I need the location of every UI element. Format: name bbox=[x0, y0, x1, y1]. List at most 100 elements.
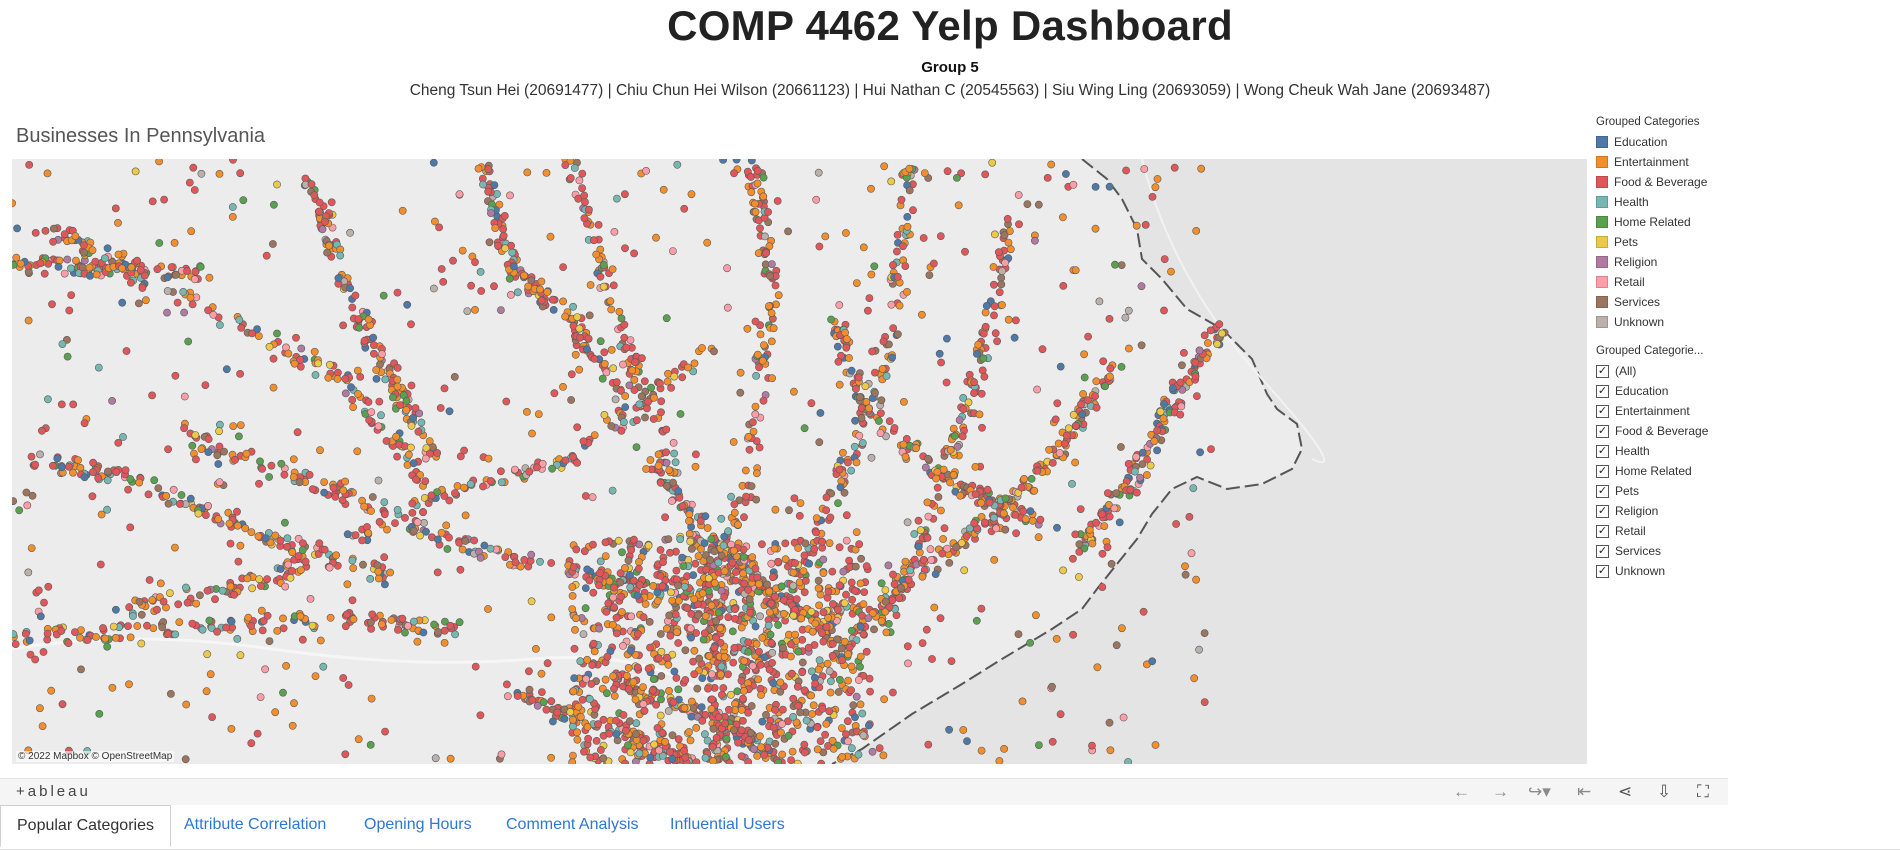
business-point bbox=[615, 307, 624, 316]
filter-item[interactable]: ✓ (All) bbox=[1596, 361, 1708, 381]
map-canvas[interactable] bbox=[12, 159, 1587, 764]
business-point bbox=[639, 613, 648, 622]
business-point bbox=[580, 547, 589, 556]
filter-checkbox[interactable]: ✓ bbox=[1596, 524, 1609, 538]
tab-popular-categories[interactable]: Popular Categories bbox=[0, 805, 171, 847]
business-point bbox=[527, 597, 536, 606]
tab-opening-hours[interactable]: Opening Hours bbox=[348, 805, 488, 845]
business-point bbox=[1105, 718, 1114, 727]
business-point bbox=[269, 383, 278, 392]
legend-item[interactable]: Health bbox=[1596, 192, 1707, 212]
tab-comment-analysis[interactable]: Comment Analysis bbox=[490, 805, 655, 845]
business-map[interactable]: © 2022 Mapbox © OpenStreetMap bbox=[12, 159, 1587, 764]
tab-attribute-correlation[interactable]: Attribute Correlation bbox=[168, 805, 342, 845]
legend-item[interactable]: Religion bbox=[1596, 252, 1707, 272]
filter-checkbox[interactable]: ✓ bbox=[1596, 364, 1609, 378]
revert-icon[interactable]: ↪▾ bbox=[1528, 782, 1551, 802]
filter-item[interactable]: ✓ Services bbox=[1596, 541, 1708, 561]
share-icon[interactable]: ⋖ bbox=[1618, 782, 1632, 802]
filter-item[interactable]: ✓ Religion bbox=[1596, 501, 1708, 521]
business-point bbox=[171, 630, 180, 639]
business-point bbox=[573, 423, 582, 432]
download-icon[interactable]: ⇩ bbox=[1657, 782, 1671, 802]
business-point bbox=[767, 559, 776, 568]
business-point bbox=[1170, 163, 1179, 172]
undo-icon[interactable]: ← bbox=[1453, 782, 1470, 802]
filter-checkbox[interactable]: ✓ bbox=[1596, 544, 1609, 558]
business-point bbox=[980, 372, 989, 381]
business-point bbox=[1200, 629, 1209, 637]
business-point bbox=[1200, 698, 1209, 706]
filter-checkbox[interactable]: ✓ bbox=[1596, 464, 1609, 478]
business-point bbox=[1207, 445, 1215, 453]
business-point bbox=[1043, 173, 1052, 182]
filter-checkbox[interactable]: ✓ bbox=[1596, 404, 1609, 418]
filter-checkbox[interactable]: ✓ bbox=[1596, 444, 1609, 458]
business-point bbox=[943, 167, 952, 176]
legend-item[interactable]: Services bbox=[1596, 292, 1707, 312]
filter-checkbox[interactable]: ✓ bbox=[1596, 424, 1609, 438]
filter-item[interactable]: ✓ Home Related bbox=[1596, 461, 1708, 481]
tab-influential-users[interactable]: Influential Users bbox=[654, 805, 801, 845]
filter-item[interactable]: ✓ Unknown bbox=[1596, 561, 1708, 581]
business-point bbox=[847, 662, 856, 671]
business-point bbox=[706, 555, 714, 564]
business-point bbox=[755, 363, 763, 372]
legend-item[interactable]: Education bbox=[1596, 132, 1707, 152]
business-point bbox=[1048, 458, 1057, 467]
filter-checkbox[interactable]: ✓ bbox=[1596, 384, 1609, 398]
business-point bbox=[296, 566, 305, 574]
reset-icon[interactable]: ⇤ bbox=[1577, 782, 1591, 802]
legend-item[interactable]: Home Related bbox=[1596, 212, 1707, 232]
fullscreen-icon[interactable]: ⛶ bbox=[1697, 782, 1709, 802]
business-point bbox=[164, 445, 172, 454]
business-point bbox=[12, 630, 18, 639]
business-point bbox=[339, 321, 347, 330]
legend-item[interactable]: Entertainment bbox=[1596, 152, 1707, 172]
filter-item[interactable]: ✓ Education bbox=[1596, 381, 1708, 401]
map-attribution[interactable]: © 2022 Mapbox © OpenStreetMap bbox=[16, 751, 175, 762]
business-point bbox=[879, 751, 888, 760]
business-point bbox=[104, 467, 112, 476]
tableau-logo[interactable]: +ableau bbox=[16, 783, 91, 800]
business-point bbox=[187, 227, 196, 236]
filter-checkbox[interactable]: ✓ bbox=[1596, 564, 1609, 578]
filter-item[interactable]: ✓ Food & Beverage bbox=[1596, 421, 1708, 441]
business-point bbox=[429, 284, 438, 293]
business-point bbox=[626, 571, 634, 579]
business-point bbox=[1018, 697, 1027, 706]
business-point bbox=[165, 589, 174, 597]
business-point bbox=[901, 557, 910, 566]
business-point bbox=[930, 259, 938, 268]
business-point bbox=[768, 374, 776, 383]
legend-item[interactable]: Retail bbox=[1596, 272, 1707, 292]
filter-checkbox[interactable]: ✓ bbox=[1596, 484, 1609, 498]
business-point bbox=[617, 314, 626, 323]
business-point bbox=[1148, 193, 1157, 201]
legend-item[interactable]: Food & Beverage bbox=[1596, 172, 1707, 192]
business-point bbox=[978, 423, 986, 432]
business-point bbox=[582, 675, 590, 683]
filter-item[interactable]: ✓ Health bbox=[1596, 441, 1708, 461]
business-point bbox=[280, 470, 289, 479]
business-point bbox=[769, 573, 777, 582]
business-point bbox=[670, 667, 679, 676]
legend-item[interactable]: Pets bbox=[1596, 232, 1707, 252]
business-point bbox=[233, 507, 241, 516]
business-point bbox=[181, 755, 190, 764]
business-point bbox=[561, 456, 570, 465]
filter-item[interactable]: ✓ Retail bbox=[1596, 521, 1708, 541]
business-point bbox=[427, 491, 436, 500]
business-point bbox=[752, 371, 760, 380]
filter-item[interactable]: ✓ Pets bbox=[1596, 481, 1708, 501]
business-point bbox=[181, 583, 190, 592]
business-point bbox=[674, 685, 683, 694]
filter-checkbox[interactable]: ✓ bbox=[1596, 504, 1609, 518]
business-point bbox=[725, 759, 734, 764]
redo-icon[interactable]: → bbox=[1492, 782, 1509, 802]
filter-item[interactable]: ✓ Entertainment bbox=[1596, 401, 1708, 421]
business-point bbox=[818, 537, 827, 546]
business-point bbox=[736, 388, 745, 397]
business-point bbox=[975, 410, 984, 419]
legend-item[interactable]: Unknown bbox=[1596, 312, 1707, 332]
